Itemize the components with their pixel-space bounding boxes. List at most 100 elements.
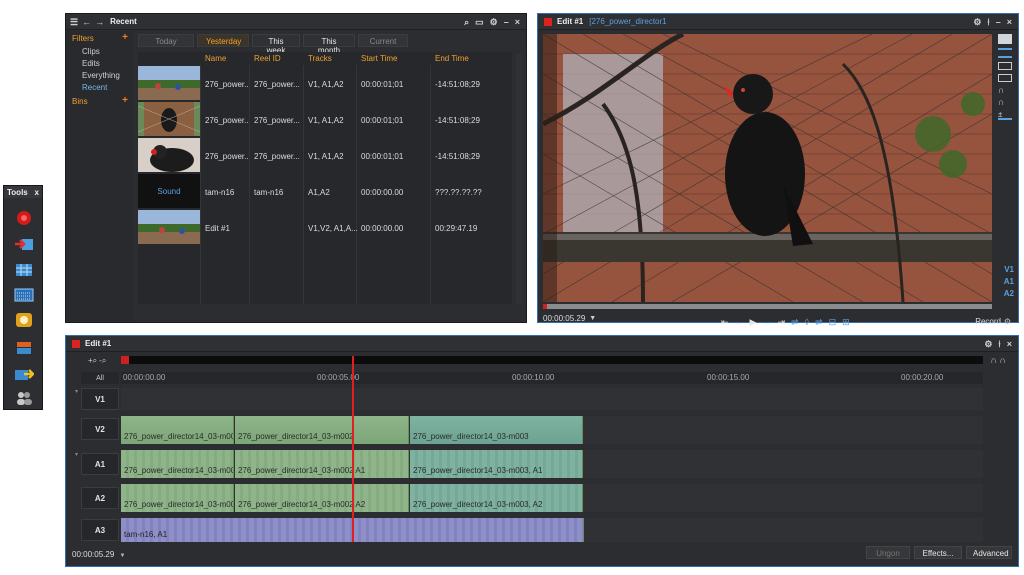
column-header-tracks[interactable]: Tracks <box>305 52 332 65</box>
video-preview[interactable] <box>543 34 992 302</box>
layout-icon[interactable] <box>998 48 1012 58</box>
track-label-v1[interactable]: V1 <box>81 388 119 410</box>
table-row[interactable]: Sound tam-n16 tam-n16 A1,A2 00:00:00.00 … <box>138 174 512 210</box>
track-v1[interactable] <box>121 388 983 410</box>
table-row[interactable]: 276_power.. 276_power... V1, A1,A2 00:00… <box>138 138 512 174</box>
timeline-timecode[interactable]: 00:00:05.29 ▼ <box>72 550 125 559</box>
loop-icon[interactable]: ∩ <box>998 86 1012 95</box>
filter-item-everything[interactable]: Everything <box>66 70 134 82</box>
insert-icon[interactable]: ⊟ <box>829 317 837 328</box>
view-toggle-icon[interactable]: ▭ <box>475 17 484 27</box>
bins-header[interactable]: Bins + <box>66 94 134 109</box>
mark-out-button-icon[interactable]: ⇌ <box>815 317 823 328</box>
zoom-out-icon[interactable]: -⌕ <box>99 356 106 366</box>
pin-icon[interactable]: ⍿ <box>987 17 989 27</box>
column-header-end-time[interactable]: End Time <box>432 52 469 65</box>
audio-meter-icon[interactable]: ± <box>998 110 1012 120</box>
timeline-clip[interactable]: 276_power_director14_03-m003, A2 <box>410 484 583 512</box>
timeline-clip[interactable]: 276_power_director14_03-m00 <box>121 484 234 512</box>
forward-arrow-icon[interactable]: → <box>95 17 104 27</box>
step-back-icon[interactable]: ← <box>735 317 744 328</box>
column-header-start-time[interactable]: Start Time <box>358 52 397 65</box>
import-tool-button[interactable] <box>14 236 34 252</box>
record-tool-button[interactable] <box>14 210 34 226</box>
tab-current[interactable]: Current <box>358 34 408 47</box>
timeline-clip[interactable]: 276_power_director14_03-m003 <box>410 416 583 444</box>
track-label-a1[interactable]: A1 <box>1004 276 1014 288</box>
column-header-reel-id[interactable]: Reel ID <box>251 52 281 65</box>
close-icon[interactable]: × <box>1007 339 1012 349</box>
filter-item-edits[interactable]: Edits <box>66 58 134 70</box>
mark-in-icon[interactable] <box>998 62 1012 70</box>
effects-button[interactable]: Effects... <box>914 546 962 559</box>
mark-out-icon[interactable] <box>998 74 1012 82</box>
tab-today[interactable]: Today <box>138 34 194 47</box>
search-icon[interactable]: ⌕ <box>464 17 469 27</box>
track-label-v2[interactable]: V2 <box>81 418 119 440</box>
record-settings-icon[interactable]: ⚙ <box>1004 317 1011 326</box>
table-row[interactable]: Edit #1 V1,V2, A1,A... 00:00:00.00 00:29… <box>138 210 512 246</box>
tab-yesterday[interactable]: Yesterday <box>197 34 249 47</box>
folder-icon[interactable] <box>998 34 1012 44</box>
timeline-clip[interactable]: 276_power_director14_03-m00 <box>121 416 234 444</box>
track-collapse-icon[interactable]: ▾ <box>75 451 78 458</box>
column-header-name[interactable]: Name <box>202 52 226 65</box>
project-tool-button[interactable] <box>14 287 34 303</box>
add-bin-icon[interactable]: + <box>122 96 128 106</box>
table-row[interactable]: 276_power.. 276_power... V1, A1,A2 00:00… <box>138 102 512 138</box>
settings-icon[interactable]: ⚙ <box>490 17 498 27</box>
log-tool-button[interactable] <box>14 262 34 278</box>
mark-in-button-icon[interactable]: ⇌ <box>791 317 799 328</box>
track-label-a2[interactable]: A2 <box>1004 288 1014 300</box>
timeline-clip[interactable]: 276_power_director14_03-m002 A1 <box>235 450 409 478</box>
timeline-clip[interactable]: 276_power_director14_03-m003, A1 <box>410 450 583 478</box>
zoom-in-icon[interactable]: +⌕ <box>88 356 97 366</box>
timeline-overview-bar[interactable] <box>121 356 983 364</box>
settings-icon[interactable]: ⚙ <box>973 17 981 27</box>
back-arrow-icon[interactable]: ← <box>82 17 91 27</box>
go-to-end-icon[interactable]: ⇥ <box>777 317 785 328</box>
timeline-clip[interactable]: 276_power_director14_03-m002 A2 <box>235 484 409 512</box>
close-icon[interactable]: × <box>1007 17 1012 27</box>
record-label[interactable]: Record <box>975 317 1001 326</box>
users-tool-button[interactable] <box>14 390 34 406</box>
mark-clip-icon[interactable]: ◊ <box>805 317 809 328</box>
timecode-dropdown-icon[interactable]: ▼ <box>589 315 596 322</box>
step-forward-icon[interactable]: → <box>762 317 771 328</box>
minimize-icon[interactable]: – <box>996 17 1001 27</box>
track-label-a1[interactable]: A1 <box>81 453 119 475</box>
loop-out-icon[interactable]: ∩ <box>998 98 1012 107</box>
pin-icon[interactable]: ⍿ <box>998 339 1000 349</box>
table-scrollbar[interactable] <box>516 54 522 304</box>
close-icon[interactable]: × <box>515 17 520 27</box>
loop-icon[interactable]: ∩ ∩ <box>991 355 1006 365</box>
timeline-playhead[interactable] <box>352 356 354 542</box>
all-tracks-button[interactable]: All <box>81 372 119 384</box>
track-collapse-icon[interactable]: ▾ <box>75 388 78 395</box>
filters-header[interactable]: Filters + <box>66 31 134 46</box>
go-to-start-icon[interactable]: ⇤ <box>721 317 729 328</box>
viewer-timecode[interactable]: 00:00:05.29 <box>543 314 585 323</box>
timecode-dropdown-icon[interactable]: ▼ <box>120 553 126 559</box>
add-filter-icon[interactable]: + <box>122 33 128 43</box>
library-tool-button[interactable] <box>14 312 34 328</box>
track-label-v1[interactable]: V1 <box>1004 264 1014 276</box>
ungon-button[interactable]: Ungon <box>866 546 910 559</box>
filter-item-recent[interactable]: Recent <box>66 82 134 94</box>
settings-icon[interactable]: ⚙ <box>984 339 992 349</box>
overview-playhead[interactable] <box>121 356 129 364</box>
timeline-clip[interactable]: 276_power_director14_03-m002 <box>235 416 409 444</box>
track-label-a3[interactable]: A3 <box>81 519 119 541</box>
advanced-button[interactable]: Advanced <box>966 546 1012 559</box>
timeline-clip[interactable]: 276_power_director14_03-m00 <box>121 450 234 478</box>
overwrite-icon[interactable]: ⊞ <box>842 317 850 328</box>
table-row[interactable]: 276_power.. 276_power... V1, A1,A2 00:00… <box>138 66 512 102</box>
tab-this-week[interactable]: This week <box>252 34 300 55</box>
tools-close-button[interactable]: x <box>35 188 39 197</box>
track-label-a2[interactable]: A2 <box>81 487 119 509</box>
menu-icon[interactable]: ☰ <box>70 17 78 27</box>
filter-item-clips[interactable]: Clips <box>66 46 134 58</box>
effects-tool-button[interactable] <box>14 340 34 356</box>
tab-this-month[interactable]: This month <box>303 34 355 55</box>
minimize-icon[interactable]: – <box>504 17 509 27</box>
